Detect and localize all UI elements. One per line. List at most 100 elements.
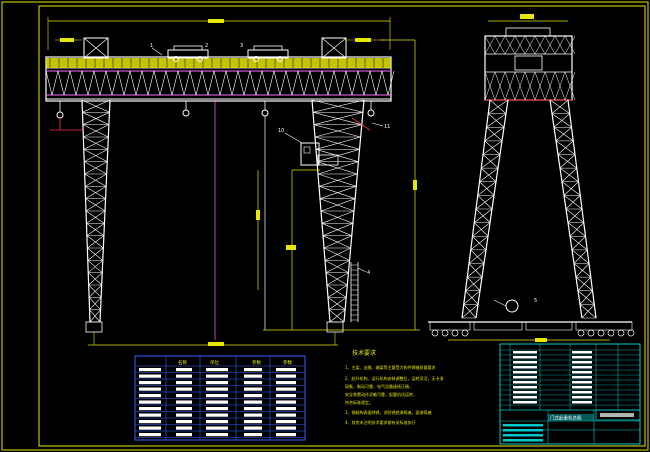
bogie	[575, 321, 633, 331]
leg-brace	[88, 284, 102, 298]
callout-labels: 1 2 3 10 11 4	[150, 43, 390, 276]
girder-brace	[237, 70, 245, 96]
table-cell	[244, 426, 262, 430]
leg-brace	[555, 127, 572, 142]
table-cell	[206, 407, 228, 411]
girder-brace	[135, 70, 143, 96]
leg-brace	[322, 235, 351, 249]
tech-note-line: 3、钢结构表面除锈，涂防锈底漆两遍，面漆两遍	[345, 409, 432, 415]
girder-brace	[273, 70, 281, 96]
leg-brace	[88, 297, 101, 310]
title-block-cell	[513, 396, 537, 399]
leg-brace	[484, 127, 505, 142]
leg-brace	[579, 290, 593, 305]
left-leg-base	[85, 321, 103, 333]
table-cell	[206, 381, 228, 385]
title-block-cell	[513, 361, 537, 364]
table-cell	[176, 374, 192, 378]
girder-brace	[357, 70, 365, 96]
girder-brace	[147, 70, 155, 96]
leg-brace	[486, 113, 507, 128]
title-block-cell	[572, 361, 592, 364]
leg-brace	[477, 181, 497, 196]
side-elevation-view: 5	[428, 14, 635, 342]
leg-brace	[320, 198, 356, 212]
tech-note-line: 4、其余未注明技术要求按有关标准执行	[345, 419, 416, 425]
girder-brace	[285, 70, 293, 96]
title-block-cell	[572, 371, 592, 374]
girder-brace	[165, 70, 173, 96]
leg-brace	[329, 309, 346, 323]
title-block-cell	[572, 396, 592, 399]
leg-brace	[324, 260, 349, 273]
table-cell	[244, 368, 262, 372]
table-cell	[176, 387, 192, 391]
title-block-cell	[513, 376, 537, 379]
leg-brace	[481, 154, 501, 169]
table-cell	[276, 413, 296, 417]
leg-brace	[325, 260, 350, 273]
table-cell	[244, 374, 262, 378]
girder-brace	[57, 70, 65, 96]
param-header-1: 单位	[210, 359, 219, 366]
table-cell	[139, 426, 161, 430]
tech-notes-title: 技术要求	[352, 349, 376, 357]
leg-brace	[321, 210, 355, 224]
table-cell	[176, 381, 192, 385]
bogie	[473, 321, 523, 331]
leg-brace	[468, 249, 487, 264]
callout-4: 4	[367, 270, 370, 276]
table-cell	[276, 400, 296, 404]
girder-brace	[291, 70, 299, 96]
table-cell	[206, 394, 228, 398]
leg-brace	[327, 284, 348, 298]
leg-brace	[325, 272, 348, 286]
table-cell	[244, 394, 262, 398]
table-cell	[276, 387, 296, 391]
leg-brace	[563, 181, 579, 196]
param-header-3: 参数	[283, 359, 292, 366]
leg-brace	[581, 304, 595, 319]
table-cell	[244, 420, 262, 424]
girder-brace	[243, 70, 251, 96]
leg-brace	[565, 195, 581, 210]
title-block-cell	[572, 366, 592, 369]
girder-brace	[381, 70, 389, 96]
wheel	[441, 329, 449, 337]
callout-2: 2	[205, 43, 208, 49]
table-cell	[244, 413, 262, 417]
title-block-cell	[503, 429, 543, 432]
leg-brace	[317, 173, 357, 187]
leg-brace	[575, 263, 590, 278]
table-cell	[176, 400, 192, 404]
wheel	[461, 329, 469, 337]
girder-brace	[51, 70, 59, 96]
leg-brace	[467, 263, 485, 278]
leg-brace	[89, 297, 102, 310]
leg-brace	[318, 186, 356, 199]
girder-brace	[327, 70, 335, 96]
girder-brace	[117, 70, 125, 96]
table-cell	[176, 426, 192, 430]
title-block-cell	[572, 351, 592, 354]
girder-brace	[123, 70, 131, 96]
title-block-cell	[513, 351, 537, 354]
cad-drawing-sheet: 1 2 3 10 11 4 5 名称 单位 参数 参数 技术要求 1、主梁、支腿…	[0, 0, 650, 452]
title-block-cell	[572, 391, 592, 394]
girder-brace	[255, 70, 263, 96]
top-walkway	[46, 58, 391, 68]
title-block-cell	[503, 434, 543, 437]
leg-brace	[571, 236, 586, 251]
title-block-cell	[513, 371, 537, 374]
leg-brace	[326, 284, 347, 298]
table-cell	[139, 374, 161, 378]
girder-brace	[339, 70, 347, 96]
title-block-cell	[572, 401, 592, 404]
table-cell	[139, 400, 161, 404]
table-cell	[176, 433, 192, 437]
table-cell	[139, 420, 161, 424]
leg-brace	[559, 154, 576, 169]
leg-brace	[89, 309, 101, 323]
table-cell	[276, 374, 296, 378]
girder-brace	[207, 70, 215, 96]
